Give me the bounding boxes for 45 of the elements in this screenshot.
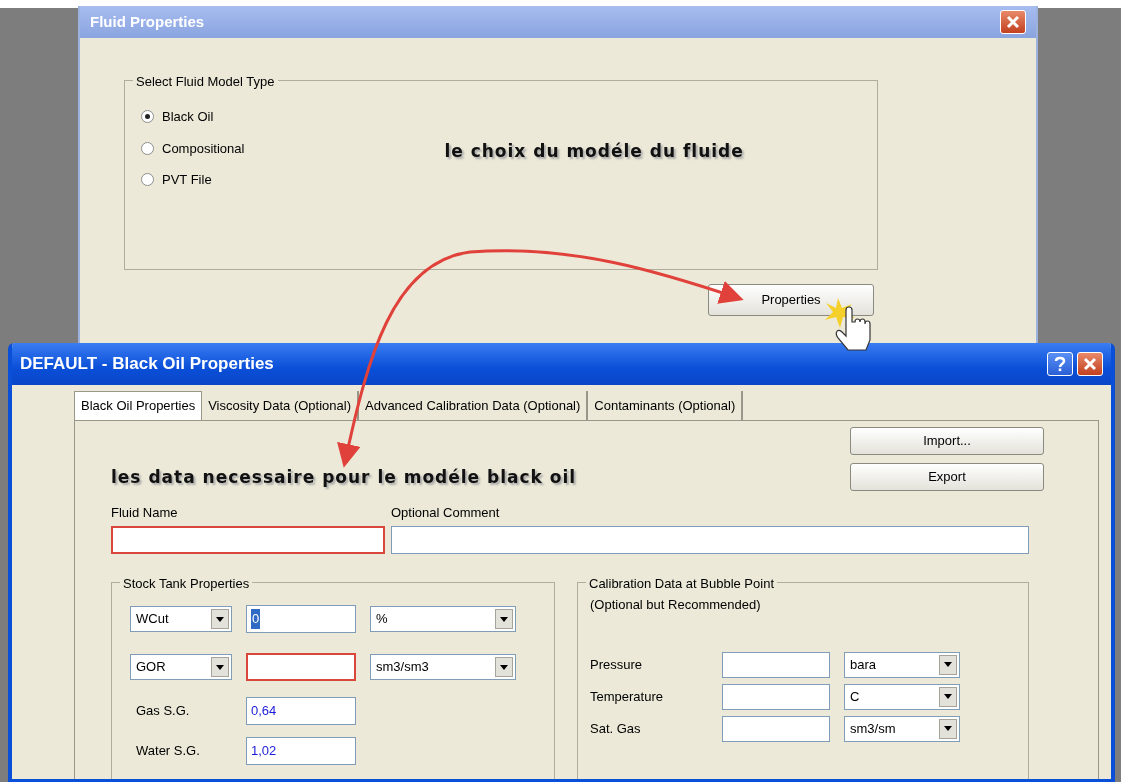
text-field[interactable] bbox=[722, 683, 830, 710]
dropdown[interactable]: C bbox=[844, 683, 960, 710]
field-label: Gas S.G. bbox=[135, 702, 191, 721]
text-field[interactable] bbox=[722, 651, 830, 678]
hand-cursor-icon bbox=[835, 306, 871, 351]
field-label: Water S.G. bbox=[135, 742, 201, 761]
properties-button[interactable]: Properties bbox=[708, 284, 874, 316]
close-button[interactable] bbox=[1077, 352, 1103, 376]
text-field[interactable]: 1,02 bbox=[246, 737, 356, 765]
help-icon bbox=[1054, 356, 1066, 372]
field-label: Optional Comment bbox=[391, 503, 500, 522]
tab[interactable]: Viscosity Data (Optional) bbox=[202, 391, 359, 420]
text-field[interactable] bbox=[391, 526, 1029, 554]
dropdown[interactable]: WCut bbox=[130, 606, 232, 632]
tab[interactable]: Black Oil Properties bbox=[74, 391, 203, 420]
annotation-text: les data necessaire pour le modéle black oil bbox=[111, 465, 577, 489]
window-title: Fluid Properties bbox=[90, 11, 205, 32]
text-field[interactable]: 0 bbox=[246, 605, 356, 633]
dropdown[interactable]: sm3/sm3 bbox=[370, 654, 516, 680]
dropdown[interactable]: % bbox=[370, 606, 516, 632]
dropdown[interactable]: GOR bbox=[130, 654, 232, 680]
help-button[interactable] bbox=[1047, 352, 1073, 376]
field-label: Pressure bbox=[590, 655, 644, 674]
radio-option[interactable]: PVT File bbox=[141, 170, 245, 190]
dropdown[interactable]: bara bbox=[844, 651, 960, 678]
close-icon bbox=[1006, 15, 1020, 29]
dialog-button[interactable]: Import... bbox=[850, 426, 1044, 455]
text-field[interactable] bbox=[722, 715, 830, 742]
field-label: Sat. Gas bbox=[590, 719, 642, 738]
window-title: DEFAULT - Black Oil Properties bbox=[20, 353, 274, 376]
field-label: Fluid Name bbox=[111, 503, 179, 522]
tab[interactable]: Contaminants (Optional) bbox=[588, 391, 744, 420]
radio-option[interactable]: Compositional bbox=[141, 138, 245, 158]
field-label: Temperature bbox=[590, 687, 664, 706]
dropdown[interactable]: sm3/sm bbox=[844, 715, 960, 742]
tab[interactable]: Advanced Calibration Data (Optional) bbox=[359, 391, 589, 420]
note-text: (Optional but Recommended) bbox=[590, 596, 762, 614]
close-icon bbox=[1083, 357, 1097, 371]
text-field[interactable]: 0,64 bbox=[246, 697, 356, 725]
text-field[interactable] bbox=[246, 653, 356, 681]
close-button[interactable] bbox=[1000, 10, 1026, 34]
text-field[interactable] bbox=[111, 526, 385, 554]
annotation-text: le choix du modéle du fluide bbox=[444, 140, 744, 163]
dialog-button[interactable]: Export bbox=[850, 462, 1044, 491]
radio-option[interactable]: Black Oil bbox=[141, 107, 245, 127]
